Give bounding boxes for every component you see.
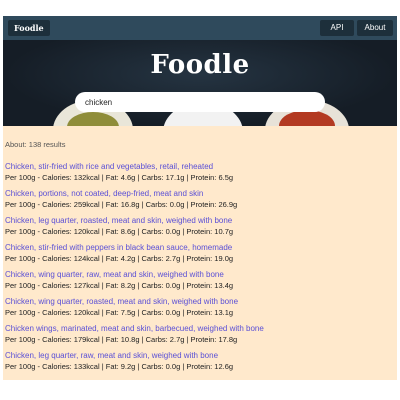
result-link[interactable]: Chicken, wing quarter, raw, meat and ski… bbox=[5, 269, 385, 280]
result-nutrition: Per 100g - Calories: 124kcal | Fat: 4.2g… bbox=[5, 254, 234, 263]
hero-title: Foodle bbox=[150, 50, 250, 80]
result-item: Chicken, leg quarter, roasted, meat and … bbox=[5, 215, 385, 242]
result-link[interactable]: Chicken, stir-fried with rice and vegeta… bbox=[5, 161, 385, 172]
navbar: Foodle API About bbox=[3, 16, 397, 40]
brand-button[interactable]: Foodle bbox=[8, 20, 50, 36]
search-input[interactable] bbox=[75, 92, 325, 112]
result-link[interactable]: Chicken, stir-fried with peppers in blac… bbox=[5, 242, 385, 253]
result-item: Chicken, wing quarter, roasted, meat and… bbox=[5, 296, 385, 323]
result-nutrition: Per 100g - Calories: 132kcal | Fat: 4.6g… bbox=[5, 173, 234, 182]
result-nutrition: Per 100g - Calories: 120kcal | Fat: 8.6g… bbox=[5, 227, 234, 236]
results-count: About: 138 results bbox=[5, 140, 66, 149]
result-link[interactable]: Chicken, wing quarter, roasted, meat and… bbox=[5, 296, 385, 307]
result-nutrition: Per 100g - Calories: 179kcal | Fat: 10.8… bbox=[5, 335, 238, 344]
result-item: Chicken, portions, not coated, deep-frie… bbox=[5, 188, 385, 215]
result-nutrition: Per 100g - Calories: 259kcal | Fat: 16.8… bbox=[5, 200, 238, 209]
result-item: Chicken wings, marinated, meat and skin,… bbox=[5, 323, 385, 350]
result-nutrition: Per 100g - Calories: 133kcal | Fat: 9.2g… bbox=[5, 362, 234, 371]
result-nutrition: Per 100g - Calories: 120kcal | Fat: 7.5g… bbox=[5, 308, 234, 317]
result-link[interactable]: Chicken, leg quarter, roasted, meat and … bbox=[5, 215, 385, 226]
about-button[interactable]: About bbox=[357, 20, 393, 36]
result-item: Chicken, stir-fried with rice and vegeta… bbox=[5, 161, 385, 188]
hero-banner: Foodle bbox=[3, 40, 397, 126]
results-list: Chicken, stir-fried with rice and vegeta… bbox=[5, 161, 385, 377]
result-link[interactable]: Chicken wings, marinated, meat and skin,… bbox=[5, 323, 385, 334]
result-link[interactable]: Chicken, portions, not coated, deep-frie… bbox=[5, 188, 385, 199]
result-nutrition: Per 100g - Calories: 127kcal | Fat: 8.2g… bbox=[5, 281, 234, 290]
api-button[interactable]: API bbox=[320, 20, 354, 36]
result-item: Chicken, leg quarter, raw, meat and skin… bbox=[5, 350, 385, 377]
result-item: Chicken, stir-fried with peppers in blac… bbox=[5, 242, 385, 269]
result-item: Chicken, wing quarter, raw, meat and ski… bbox=[5, 269, 385, 296]
result-link[interactable]: Chicken, leg quarter, raw, meat and skin… bbox=[5, 350, 385, 361]
app-frame: Foodle API About Foodle About: 138 resul… bbox=[3, 16, 397, 380]
